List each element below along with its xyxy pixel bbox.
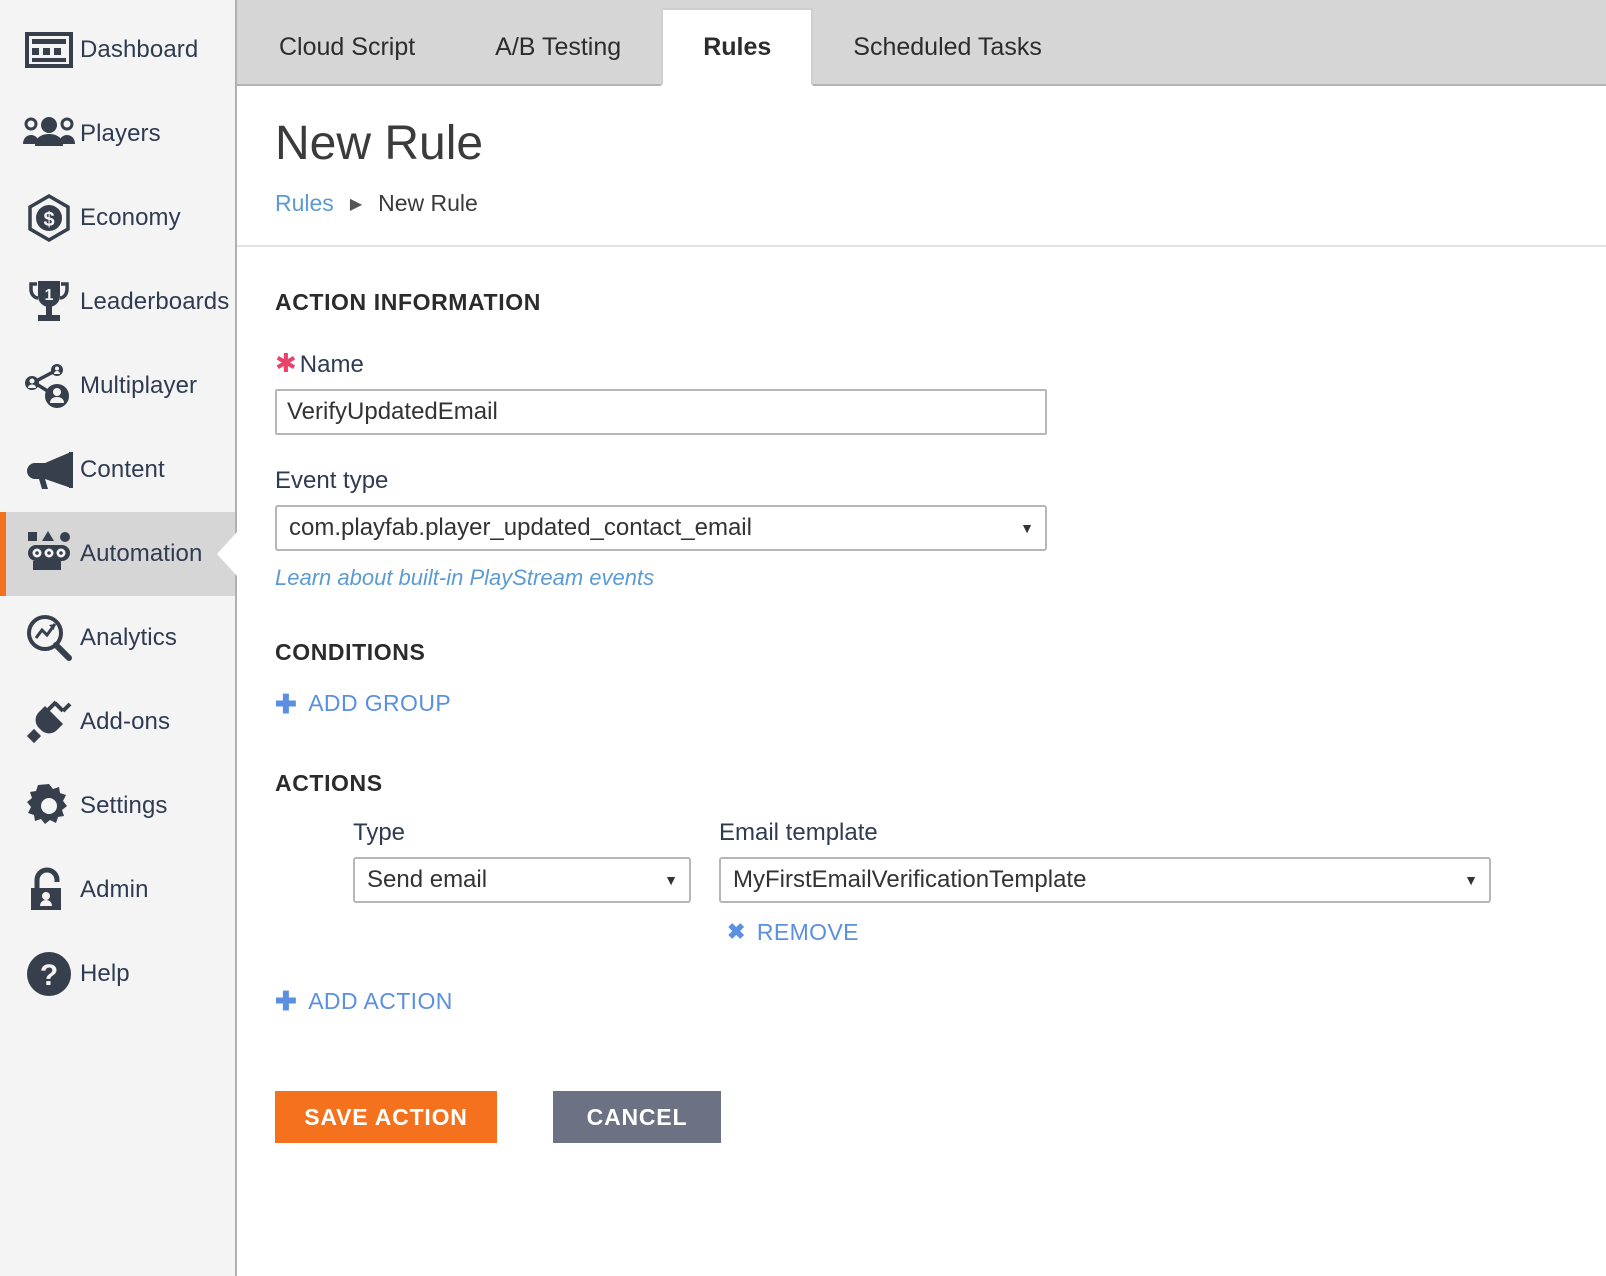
sidebar-item-label: Players bbox=[80, 120, 161, 147]
settings-gear-icon bbox=[18, 782, 80, 830]
tab-label: Cloud Script bbox=[279, 32, 416, 61]
svg-text:$: $ bbox=[43, 209, 54, 231]
addons-icon bbox=[18, 698, 80, 746]
plus-icon: ✚ bbox=[275, 688, 298, 719]
svg-text:1: 1 bbox=[45, 287, 54, 304]
breadcrumb: Rules ▶ New Rule bbox=[275, 190, 1606, 217]
sidebar-item-label: Help bbox=[80, 960, 130, 987]
email-template-select[interactable]: MyFirstEmailVerificationTemplate ▼ bbox=[719, 856, 1491, 903]
form-footer-buttons: SAVE ACTION CANCEL bbox=[275, 1091, 1606, 1143]
tab-label: Scheduled Tasks bbox=[853, 32, 1042, 61]
sidebar-item-label: Multiplayer bbox=[80, 372, 198, 399]
cancel-button[interactable]: CANCEL bbox=[553, 1091, 721, 1143]
content-icon bbox=[18, 450, 80, 490]
sidebar-item-content[interactable]: Content bbox=[0, 428, 235, 512]
sidebar-item-automation[interactable]: Automation bbox=[0, 512, 237, 596]
chevron-right-icon: ▶ bbox=[349, 195, 363, 213]
learn-playstream-events-link[interactable]: Learn about built-in PlayStream events bbox=[275, 565, 654, 591]
help-question-icon: ? bbox=[18, 950, 80, 998]
chevron-down-icon: ▼ bbox=[1020, 520, 1034, 536]
sidebar-item-analytics[interactable]: Analytics bbox=[0, 596, 235, 680]
dashboard-icon bbox=[18, 30, 80, 70]
page-title: New Rule bbox=[275, 117, 484, 170]
add-group-label: ADD GROUP bbox=[308, 690, 452, 716]
section-title-action-information: ACTION INFORMATION bbox=[275, 289, 541, 315]
tab-ab-testing[interactable]: A/B Testing bbox=[455, 10, 661, 84]
economy-icon: $ bbox=[18, 194, 80, 242]
sidebar-item-economy[interactable]: $ Economy bbox=[0, 176, 235, 260]
tab-rules[interactable]: Rules bbox=[661, 8, 814, 86]
name-field-label: ✱ Name bbox=[275, 350, 1606, 379]
sidebar-item-label: Analytics bbox=[80, 624, 177, 651]
email-template-column: Email template MyFirstEmailVerificationT… bbox=[719, 819, 1491, 946]
email-template-label: Email template bbox=[719, 818, 878, 846]
action-type-value: Send email bbox=[367, 865, 488, 893]
plus-icon: ✚ bbox=[275, 986, 298, 1016]
playfab-console: Dashboard Players $ Economy 1 Leaderboar… bbox=[0, 0, 1606, 1276]
action-row: Type Send email ▼ Email template MyFirst… bbox=[275, 819, 1606, 946]
tab-label: A/B Testing bbox=[495, 32, 622, 61]
main-content: Cloud Script A/B Testing Rules Scheduled… bbox=[237, 0, 1606, 1276]
tab-cloud-script[interactable]: Cloud Script bbox=[239, 10, 455, 84]
remove-action-button[interactable]: ✖ REMOVE bbox=[727, 919, 859, 946]
breadcrumb-link-rules[interactable]: Rules bbox=[275, 190, 334, 217]
leaderboards-icon: 1 bbox=[18, 278, 80, 326]
sidebar-item-help[interactable]: ? Help bbox=[0, 932, 235, 1016]
add-action-button[interactable]: ✚ ADD ACTION bbox=[275, 988, 453, 1015]
required-asterisk-icon: ✱ bbox=[275, 348, 297, 378]
email-template-value: MyFirstEmailVerificationTemplate bbox=[733, 865, 1087, 893]
add-group-button[interactable]: ✚ ADD GROUP bbox=[275, 690, 451, 717]
action-type-select[interactable]: Send email ▼ bbox=[353, 856, 691, 903]
name-label-text: Name bbox=[299, 351, 364, 378]
section-title-actions: ACTIONS bbox=[275, 769, 383, 796]
sidebar-item-label: Leaderboards bbox=[80, 288, 230, 315]
page-header: New Rule Rules ▶ New Rule bbox=[237, 86, 1606, 247]
event-type-label-text: Event type bbox=[275, 467, 389, 494]
event-type-field-label: Event type bbox=[275, 467, 1606, 495]
event-type-select[interactable]: com.playfab.player_updated_contact_email… bbox=[275, 505, 1047, 551]
add-action-label: ADD ACTION bbox=[308, 987, 453, 1014]
close-icon: ✖ bbox=[727, 919, 746, 944]
sidebar-item-multiplayer[interactable]: Multiplayer bbox=[0, 344, 235, 428]
sidebar-item-label: Dashboard bbox=[80, 36, 199, 63]
section-title-conditions: CONDITIONS bbox=[275, 639, 426, 665]
tab-label: Rules bbox=[703, 32, 772, 61]
sidebar-item-label: Add-ons bbox=[80, 708, 171, 735]
event-type-value: com.playfab.player_updated_contact_email bbox=[289, 514, 752, 541]
tab-bar: Cloud Script A/B Testing Rules Scheduled… bbox=[237, 0, 1606, 86]
sidebar-item-label: Automation bbox=[80, 540, 203, 567]
sidebar-item-players[interactable]: Players bbox=[0, 92, 235, 176]
analytics-icon bbox=[18, 614, 80, 662]
remove-label: REMOVE bbox=[756, 918, 859, 945]
chevron-down-icon: ▼ bbox=[664, 871, 678, 888]
sidebar-item-dashboard[interactable]: Dashboard bbox=[0, 8, 235, 92]
name-input[interactable]: VerifyUpdatedEmail bbox=[275, 389, 1047, 435]
multiplayer-icon bbox=[18, 363, 80, 409]
players-icon bbox=[18, 116, 80, 152]
action-type-label: Type bbox=[353, 818, 406, 846]
sidebar-item-add-ons[interactable]: Add-ons bbox=[0, 680, 235, 764]
active-indicator-arrow bbox=[217, 532, 237, 576]
chevron-down-icon: ▼ bbox=[1464, 871, 1478, 888]
sidebar-item-admin[interactable]: Admin bbox=[0, 848, 235, 932]
sidebar-nav: Dashboard Players $ Economy 1 Leaderboar… bbox=[0, 0, 237, 1276]
lock-icon bbox=[18, 866, 80, 914]
form-body: ACTION INFORMATION ✱ Name VerifyUpdatedE… bbox=[237, 247, 1606, 1143]
sidebar-item-label: Admin bbox=[80, 876, 149, 903]
action-type-column: Type Send email ▼ bbox=[353, 819, 691, 903]
svg-text:?: ? bbox=[40, 959, 58, 992]
sidebar-item-label: Settings bbox=[80, 792, 168, 819]
sidebar-item-label: Economy bbox=[80, 204, 181, 231]
sidebar-item-leaderboards[interactable]: 1 Leaderboards bbox=[0, 260, 235, 344]
tab-scheduled-tasks[interactable]: Scheduled Tasks bbox=[813, 10, 1082, 84]
sidebar-item-settings[interactable]: Settings bbox=[0, 764, 235, 848]
sidebar-item-label: Content bbox=[80, 456, 165, 483]
save-action-button[interactable]: SAVE ACTION bbox=[275, 1091, 497, 1143]
automation-icon bbox=[18, 530, 80, 578]
breadcrumb-current: New Rule bbox=[378, 190, 478, 216]
